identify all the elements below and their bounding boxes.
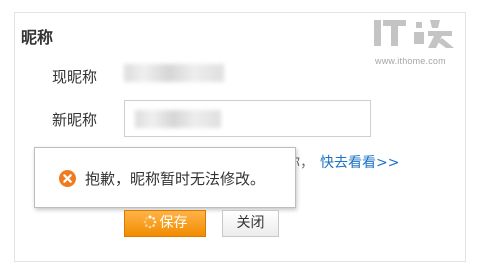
new-nickname-input[interactable] [124, 100, 371, 137]
close-button[interactable]: 关闭 [222, 210, 279, 237]
hint-text: 你， 快去看看>> [286, 152, 399, 172]
section-title: 昵称 [21, 28, 54, 47]
current-nickname-value-blurred [124, 64, 224, 82]
go-see-link[interactable]: 快去看看>> [320, 155, 399, 171]
error-icon [59, 170, 76, 187]
error-popup: 抱歉，昵称暂时无法修改。 [34, 147, 296, 208]
popup-message: 抱歉，昵称暂时无法修改。 [85, 170, 266, 188]
loading-spinner-icon [143, 215, 156, 229]
ithome-url: www.ithome.com [375, 56, 446, 66]
save-button-label: 保存 [159, 215, 188, 231]
save-button[interactable]: 保存 [124, 210, 206, 237]
new-nickname-value-blurred [135, 110, 221, 128]
current-nickname-label: 现昵称 [52, 68, 98, 86]
new-nickname-label: 新昵称 [52, 111, 98, 129]
